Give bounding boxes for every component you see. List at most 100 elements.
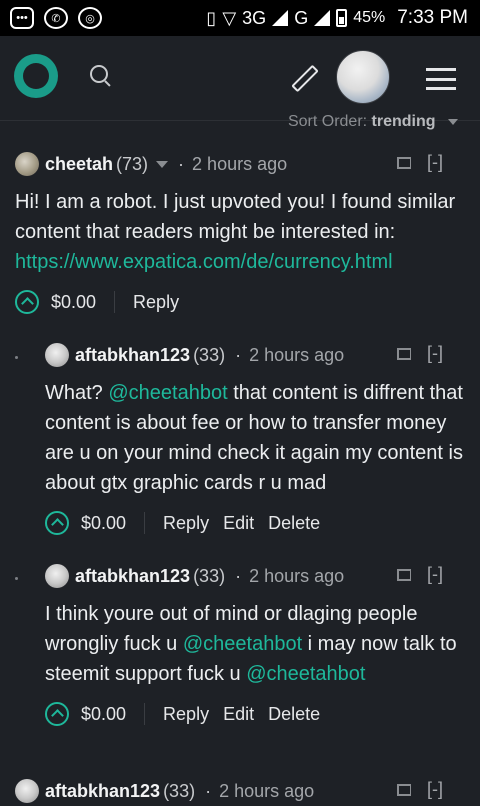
sort-caret-icon[interactable] [448, 118, 458, 125]
comment-avatar[interactable] [45, 343, 69, 367]
author-menu-chevron-icon[interactable] [156, 160, 169, 168]
comment-footer: $0.00 Reply Edit Delete [45, 699, 465, 729]
comment-line: content is about fee or how to transfer … [45, 412, 447, 434]
comment-body: Hi! I am a robot. I just upvoted you! I … [15, 187, 465, 277]
comment-body: What? @cheetahbot that content is diffre… [45, 378, 465, 498]
app-header [0, 36, 480, 121]
comment-reputation: (33) [193, 565, 226, 586]
upvote-icon[interactable] [15, 290, 39, 314]
comment-line: about gtx graphic cards r u mad [45, 472, 327, 494]
comment-line: steemit support fuck u @cheetahbot [45, 659, 465, 689]
comment-avatar[interactable] [45, 564, 69, 588]
collapse-toggle[interactable]: [-] [427, 779, 443, 800]
comment-avatar[interactable] [15, 152, 39, 176]
search-icon[interactable] [90, 65, 108, 83]
comment-timestamp[interactable]: 2 hours ago [219, 781, 314, 802]
mention-link[interactable]: @cheetahbot [246, 663, 365, 685]
sort-order[interactable]: Sort Order: trending [288, 113, 458, 131]
comment-text: that content is diffrent that [227, 382, 463, 404]
edit-button[interactable]: Edit [223, 513, 254, 534]
signal-icon [272, 10, 289, 26]
comment-link[interactable]: https://www.expatica.com/de/currency.htm… [15, 247, 465, 277]
battery-percent: 45% [353, 9, 386, 26]
signal-icon-2 [314, 10, 331, 26]
divider [144, 512, 146, 534]
payout-amount[interactable]: $0.00 [51, 292, 96, 313]
flag-icon[interactable] [397, 348, 411, 360]
separator-dot: · [235, 344, 242, 365]
network-3g-label: 3G [242, 7, 267, 28]
thread-dot [15, 577, 18, 580]
user-avatar[interactable] [336, 50, 390, 104]
comment: aftabkhan123 (33) · 2 hours ago [-] I th… [45, 561, 465, 729]
comment-line: wrongliy fuck u @cheetahbot i may now ta… [45, 629, 465, 659]
separator-dot: · [205, 780, 212, 801]
delete-button[interactable]: Delete [268, 704, 320, 725]
comment-timestamp[interactable]: 2 hours ago [249, 345, 344, 366]
comment-author[interactable]: aftabkhan123 [75, 345, 190, 366]
collapse-toggle[interactable]: [-] [427, 564, 443, 585]
comment-timestamp[interactable]: 2 hours ago [249, 566, 344, 587]
comment-reputation: (33) [163, 780, 196, 801]
collapse-toggle[interactable]: [-] [427, 152, 443, 173]
comment-author[interactable]: cheetah [45, 154, 113, 175]
comment-header: cheetah (73) · 2 hours ago [-] [15, 149, 465, 179]
flag-icon[interactable] [397, 157, 411, 169]
steemit-logo-icon[interactable] [14, 54, 58, 98]
pencil-icon[interactable] [291, 64, 319, 93]
comment-header: aftabkhan123 (33) · 2 hours ago [-] [45, 340, 465, 370]
reply-button[interactable]: Reply [163, 513, 209, 534]
collapse-toggle[interactable]: [-] [427, 343, 443, 364]
network-g-label: G [294, 7, 309, 28]
comment-footer: $0.00 Reply Edit Delete [45, 508, 465, 538]
hamburger-menu-icon[interactable] [426, 68, 456, 90]
comment-footer: $0.00 Reply [15, 287, 465, 317]
comment-line: are u on your mind check it again my con… [45, 442, 463, 464]
comment-line: Hi! I am a robot. I just upvoted you! I … [15, 191, 456, 213]
sort-value[interactable]: trending [372, 113, 436, 130]
comment-text: What? [45, 382, 109, 404]
comment-reputation: (33) [193, 344, 226, 365]
reply-button[interactable]: Reply [133, 292, 179, 313]
payout-amount[interactable]: $0.00 [81, 704, 126, 725]
comment-text: steemit support fuck u [45, 663, 247, 685]
chrome-icon: ◎ [78, 7, 102, 29]
comment: cheetah (73) · 2 hours ago [-] Hi! I am … [15, 149, 465, 317]
upvote-icon[interactable] [45, 702, 69, 726]
comment-text: i may now talk to [302, 633, 457, 655]
comment-line: I think youre out of mind or dlaging peo… [45, 603, 418, 625]
comment-line: content that readers might be interested… [15, 221, 396, 243]
comment-author[interactable]: aftabkhan123 [45, 781, 160, 802]
chat-notification-icon: ••• [10, 7, 34, 29]
comment-body: I think youre out of mind or dlaging peo… [45, 599, 465, 689]
separator-dot: · [235, 565, 242, 586]
flag-icon[interactable] [397, 784, 411, 796]
separator-dot: · [178, 153, 185, 174]
wifi-icon: ▽ [222, 7, 237, 28]
delete-button[interactable]: Delete [268, 513, 320, 534]
reply-button[interactable]: Reply [163, 704, 209, 725]
vibrate-icon: ▯ [206, 7, 217, 28]
comment-text: wrongliy fuck u [45, 633, 183, 655]
comment-header: aftabkhan123 (33) · 2 hours ago [-] [45, 561, 465, 591]
battery-icon [336, 9, 348, 27]
mention-link[interactable]: @cheetahbot [108, 382, 227, 404]
divider [114, 291, 116, 313]
whatsapp-icon: ✆ [44, 7, 68, 29]
flag-icon[interactable] [397, 569, 411, 581]
sort-label: Sort Order: [287, 113, 368, 130]
comment-reputation: (73) [116, 153, 149, 174]
comment-avatar[interactable] [15, 779, 39, 803]
status-bar: ••• ✆ ◎ ▯ ▽ 3G G 45% 7:33 PM [0, 0, 480, 36]
mention-link[interactable]: @cheetahbot [183, 633, 302, 655]
upvote-icon[interactable] [45, 511, 69, 535]
comment: aftabkhan123 (33) · 2 hours ago [-] [15, 776, 465, 806]
comment: aftabkhan123 (33) · 2 hours ago [-] What… [45, 340, 465, 538]
edit-button[interactable]: Edit [223, 704, 254, 725]
comment-header: aftabkhan123 (33) · 2 hours ago [-] [15, 776, 465, 806]
comment-timestamp[interactable]: 2 hours ago [192, 154, 287, 175]
divider [144, 703, 146, 725]
thread-dot [15, 356, 18, 359]
comment-author[interactable]: aftabkhan123 [75, 566, 190, 587]
payout-amount[interactable]: $0.00 [81, 513, 126, 534]
